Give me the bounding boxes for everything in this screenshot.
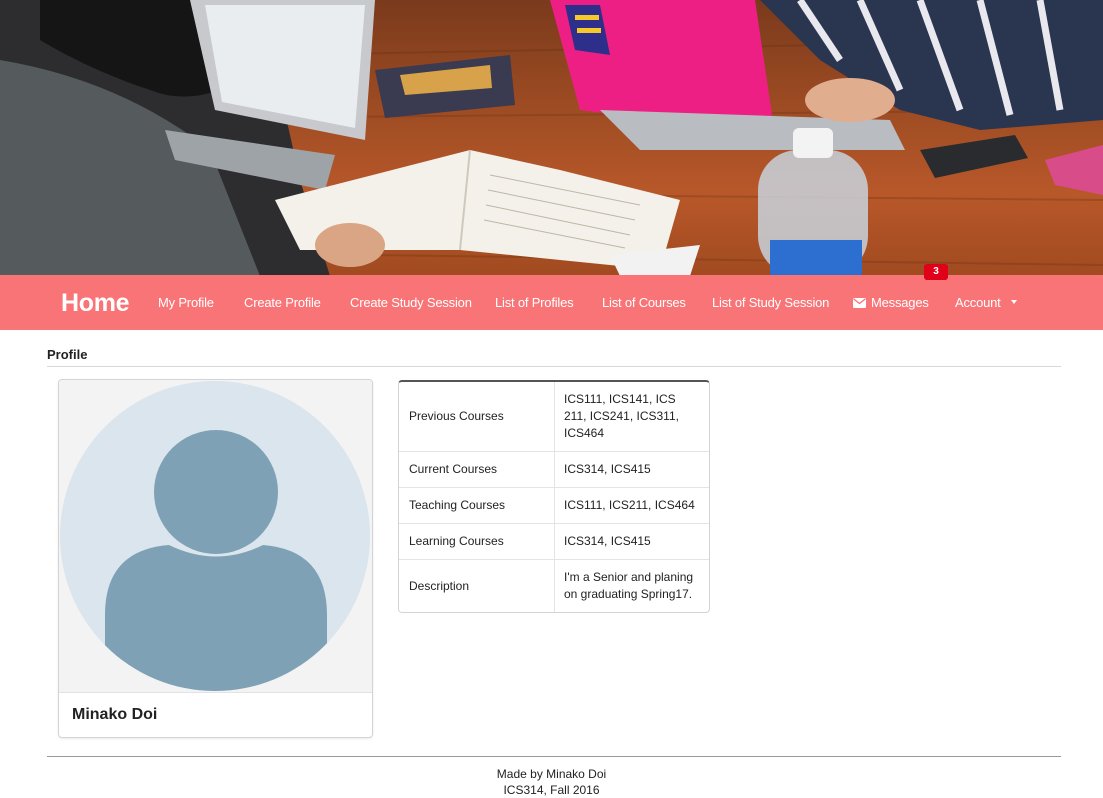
profile-details-table: Previous Courses ICS111, ICS141, ICS 211… [398,380,710,613]
table-row: Description I'm a Senior and planing on … [399,560,709,612]
row-label-description: Description [399,560,555,612]
caret-down-icon[interactable] [1011,300,1017,304]
footer: Made by Minako Doi ICS314, Fall 2016 [0,766,1103,798]
user-placeholder-icon [60,381,370,691]
home-brand-link[interactable]: Home [61,289,130,318]
nav-account[interactable]: Account [955,295,1001,310]
hero-banner-image [0,0,1103,276]
nav-messages[interactable]: Messages [853,295,929,311]
row-value-description: I'm a Senior and planing on graduating S… [564,570,694,601]
row-label-current-courses: Current Courses [399,452,555,488]
avatar [59,380,372,693]
section-divider [47,366,1061,367]
profile-card: Minako Doi [58,379,373,738]
row-value-teaching-courses: ICS111, ICS211, ICS464 [555,488,709,524]
nav-list-of-courses[interactable]: List of Courses [602,295,686,310]
nav-my-profile[interactable]: My Profile [158,295,214,310]
envelope-icon [853,296,866,311]
row-value-current-courses: ICS314, ICS415 [555,452,709,488]
footer-course: ICS314, Fall 2016 [503,783,600,797]
table-row: Teaching Courses ICS111, ICS211, ICS464 [399,488,709,524]
row-value-learning-courses: ICS314, ICS415 [555,524,709,560]
nav-list-of-profiles[interactable]: List of Profiles [495,295,574,310]
main-navbar: Home My Profile Create Profile Create St… [0,275,1103,330]
table-row: Previous Courses ICS111, ICS141, ICS 211… [399,382,709,452]
row-label-teaching-courses: Teaching Courses [399,488,555,524]
footer-author: Made by Minako Doi [496,767,607,781]
row-label-learning-courses: Learning Courses [399,524,555,560]
footer-divider [47,756,1061,757]
nav-create-study-session[interactable]: Create Study Session [350,295,472,310]
nav-messages-label: Messages [871,295,929,310]
messages-count-badge: 3 [924,264,948,280]
profile-name: Minako Doi [72,706,158,723]
nav-list-of-study-session[interactable]: List of Study Session [712,295,829,310]
row-value-previous-courses: ICS111, ICS141, ICS 211, ICS241, ICS311,… [555,382,709,452]
row-label-previous-courses: Previous Courses [399,382,555,452]
table-row: Current Courses ICS314, ICS415 [399,452,709,488]
page-title: Profile [47,347,88,362]
nav-create-profile[interactable]: Create Profile [244,295,321,310]
table-row: Learning Courses ICS314, ICS415 [399,524,709,560]
